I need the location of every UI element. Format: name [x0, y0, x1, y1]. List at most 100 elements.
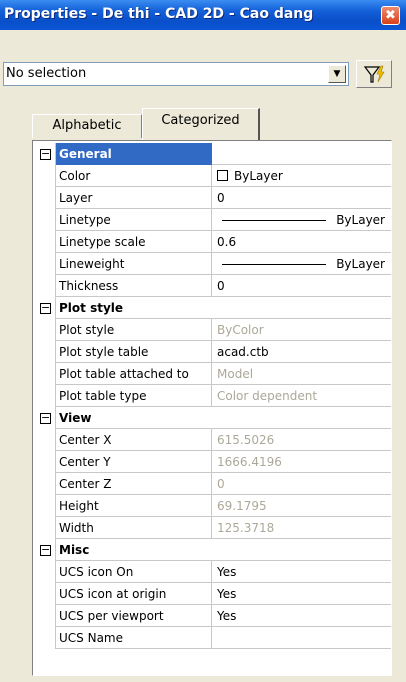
- property-name: Thickness: [55, 275, 212, 297]
- row-gutter: −: [35, 143, 55, 165]
- property-row-center-z[interactable]: Center Z 0: [35, 473, 391, 495]
- linetype-preview: [222, 219, 327, 221]
- property-value: 125.3718: [217, 521, 275, 535]
- property-row-width[interactable]: Width 125.3718: [35, 517, 391, 539]
- property-value: 615.5026: [217, 433, 275, 447]
- property-name: Center Z: [55, 473, 212, 495]
- property-value: 0: [217, 477, 225, 491]
- row-gutter: −: [35, 539, 55, 561]
- property-name: Plot style: [55, 319, 212, 341]
- row-gutter: [35, 187, 55, 209]
- row-gutter: [35, 583, 55, 605]
- category-value: [212, 297, 391, 319]
- property-value[interactable]: 0.6: [212, 231, 391, 253]
- color-value-text: ByLayer: [234, 169, 283, 183]
- property-value[interactable]: ByLayer: [212, 253, 391, 275]
- chevron-down-icon[interactable]: ▼: [328, 65, 346, 83]
- selection-value: No selection: [6, 66, 87, 81]
- property-name: Linetype: [55, 209, 212, 231]
- row-gutter: −: [35, 407, 55, 429]
- selection-dropdown[interactable]: No selection ▼: [3, 62, 349, 86]
- lineweight-preview: [222, 263, 327, 265]
- category-row-view[interactable]: − View: [35, 407, 391, 429]
- property-value[interactable]: ByLayer: [212, 165, 391, 187]
- row-gutter: [35, 275, 55, 297]
- row-gutter: [35, 429, 55, 451]
- property-value[interactable]: [212, 627, 391, 649]
- property-value: Color dependent: [217, 389, 318, 403]
- property-name: Plot table type: [55, 385, 212, 407]
- row-gutter: [35, 517, 55, 539]
- property-row-height[interactable]: Height 69.1795: [35, 495, 391, 517]
- property-grid: − General Color ByLayer Layer 0 Linetype…: [32, 140, 392, 676]
- property-name: Lineweight: [55, 253, 212, 275]
- quick-select-button[interactable]: [356, 60, 392, 88]
- category-value: [212, 143, 391, 165]
- property-name: Plot table attached to: [55, 363, 212, 385]
- property-value[interactable]: Yes: [212, 605, 391, 627]
- collapse-icon[interactable]: −: [40, 148, 51, 160]
- row-gutter: [35, 627, 55, 649]
- tab-alphabetic[interactable]: Alphabetic: [32, 114, 142, 138]
- close-icon: ✖: [385, 8, 396, 23]
- category-row-plot-style[interactable]: − Plot style: [35, 297, 391, 319]
- property-name: UCS icon On: [55, 561, 212, 583]
- property-value[interactable]: ByLayer: [212, 209, 391, 231]
- property-value[interactable]: acad.ctb: [212, 341, 391, 363]
- property-name: Center X: [55, 429, 212, 451]
- row-gutter: [35, 231, 55, 253]
- tab-categorized[interactable]: Categorized: [142, 108, 260, 140]
- close-button[interactable]: ✖: [381, 6, 400, 25]
- property-row-ucs-icon-on[interactable]: UCS icon On Yes: [35, 561, 391, 583]
- property-name: UCS Name: [55, 627, 212, 649]
- property-value[interactable]: Yes: [212, 583, 391, 605]
- property-row-plot-style[interactable]: Plot style ByColor: [35, 319, 391, 341]
- property-name: Color: [55, 165, 212, 187]
- property-row-color[interactable]: Color ByLayer: [35, 165, 391, 187]
- category-row-general[interactable]: − General: [35, 143, 391, 165]
- category-label: Misc: [55, 539, 212, 561]
- property-row-layer[interactable]: Layer 0: [35, 187, 391, 209]
- property-row-ucs-icon-at-origin[interactable]: UCS icon at origin Yes: [35, 583, 391, 605]
- property-row-plot-style-table[interactable]: Plot style table acad.ctb: [35, 341, 391, 363]
- lineweight-value-text: ByLayer: [336, 257, 385, 271]
- property-name: Plot style table: [55, 341, 212, 363]
- property-value[interactable]: Yes: [212, 561, 391, 583]
- linetype-value-text: ByLayer: [336, 213, 385, 227]
- window-title: Properties - De thi - CAD 2D - Cao dang: [4, 6, 314, 22]
- row-gutter: [35, 319, 55, 341]
- property-row-linetype-scale[interactable]: Linetype scale 0.6: [35, 231, 391, 253]
- property-name: Height: [55, 495, 212, 517]
- property-row-plot-table-type[interactable]: Plot table type Color dependent: [35, 385, 391, 407]
- property-row-linetype[interactable]: Linetype ByLayer: [35, 209, 391, 231]
- property-value[interactable]: 0: [212, 275, 391, 297]
- collapse-icon[interactable]: −: [40, 302, 51, 314]
- property-row-ucs-per-viewport[interactable]: UCS per viewport Yes: [35, 605, 391, 627]
- properties-window: Properties - De thi - CAD 2D - Cao dang …: [0, 0, 406, 682]
- property-row-center-x[interactable]: Center X 615.5026: [35, 429, 391, 451]
- category-label: Plot style: [55, 297, 212, 319]
- category-row-misc[interactable]: − Misc: [35, 539, 391, 561]
- property-row-thickness[interactable]: Thickness 0: [35, 275, 391, 297]
- category-value: [212, 407, 391, 429]
- row-gutter: [35, 451, 55, 473]
- quick-select-icon: [363, 65, 385, 83]
- property-row-center-y[interactable]: Center Y 1666.4196: [35, 451, 391, 473]
- property-value: 1666.4196: [217, 455, 282, 469]
- property-row-lineweight[interactable]: Lineweight ByLayer: [35, 253, 391, 275]
- collapse-icon[interactable]: −: [40, 544, 51, 556]
- row-gutter: [35, 209, 55, 231]
- color-swatch: [217, 170, 228, 181]
- title-bar[interactable]: Properties - De thi - CAD 2D - Cao dang …: [0, 0, 406, 30]
- property-row-plot-table-attached[interactable]: Plot table attached to Model: [35, 363, 391, 385]
- category-label: General: [55, 143, 212, 165]
- property-rows: − General Color ByLayer Layer 0 Linetype…: [35, 143, 391, 649]
- property-row-ucs-name[interactable]: UCS Name: [35, 627, 391, 649]
- row-gutter: [35, 605, 55, 627]
- row-gutter: [35, 473, 55, 495]
- category-label: View: [55, 407, 212, 429]
- property-value: 69.1795: [217, 499, 267, 513]
- property-name: Layer: [55, 187, 212, 209]
- property-value[interactable]: 0: [212, 187, 391, 209]
- collapse-icon[interactable]: −: [40, 412, 51, 424]
